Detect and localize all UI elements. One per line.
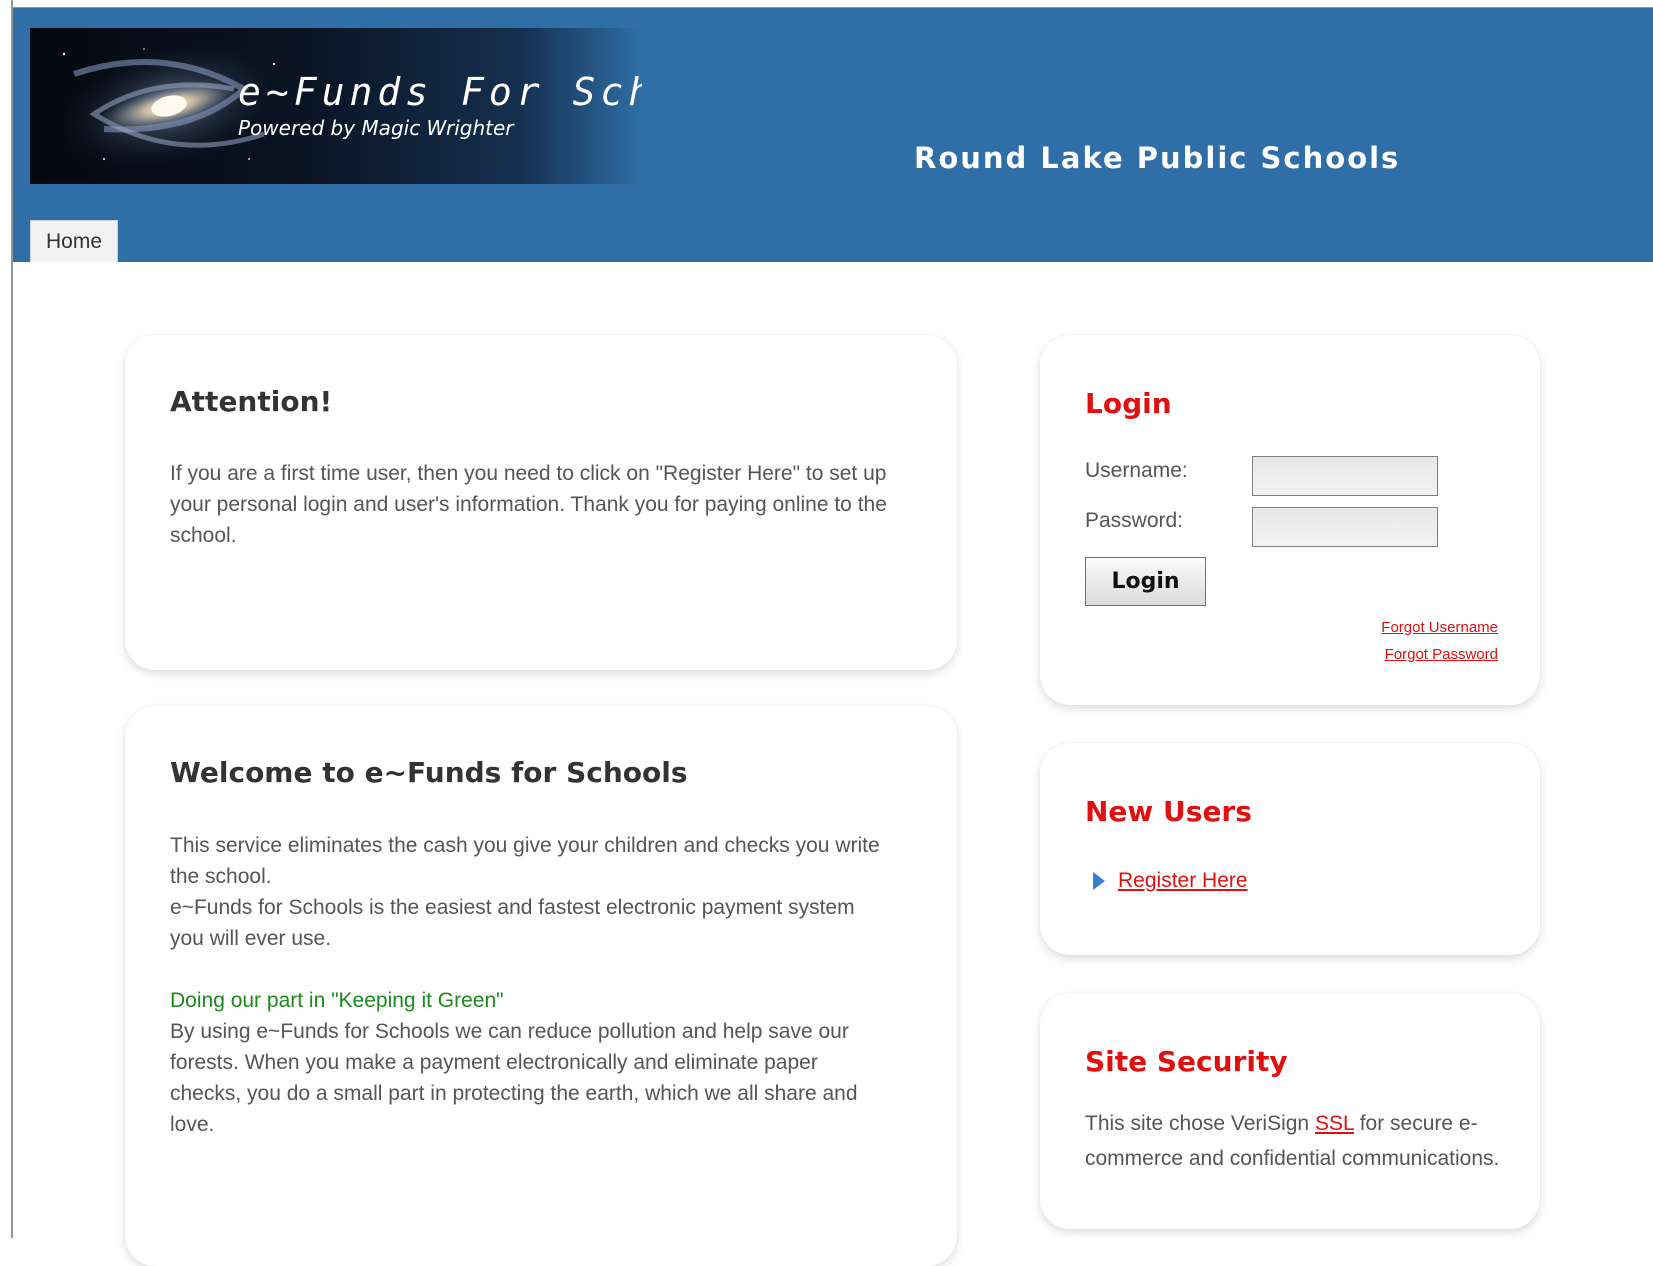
- window-left-border: [0, 0, 13, 1238]
- attention-heading: Attention!: [170, 385, 333, 418]
- password-input[interactable]: [1252, 507, 1438, 547]
- new-users-heading: New Users: [1085, 795, 1252, 828]
- login-panel: Login Username: Password: Login Forgot U…: [1040, 335, 1540, 705]
- username-label: Username:: [1085, 459, 1188, 482]
- powered-by-text: Powered by Magic Wrighter: [238, 116, 514, 140]
- login-heading: Login: [1085, 387, 1172, 420]
- welcome-heading: Welcome to e~Funds for Schools: [170, 756, 688, 789]
- triangle-right-icon: [1093, 872, 1105, 890]
- attention-text: If you are a first time user, then you n…: [170, 462, 887, 547]
- tab-home[interactable]: Home: [30, 220, 118, 262]
- window-top-border: [0, 0, 1653, 8]
- welcome-intro-text: This service eliminates the cash you giv…: [170, 830, 890, 1140]
- green-heading: Doing our part in "Keeping it Green": [170, 989, 504, 1012]
- ssl-link[interactable]: SSL: [1315, 1112, 1354, 1135]
- site-security-text: This site chose VeriSign SSL for secure …: [1085, 1112, 1500, 1170]
- welcome-line-2: e~Funds for Schools is the easiest and f…: [170, 896, 855, 950]
- forgot-password-link[interactable]: Forgot Password: [1385, 646, 1498, 663]
- welcome-line-1: This service eliminates the cash you giv…: [170, 834, 880, 888]
- green-text: By using e~Funds for Schools we can redu…: [170, 1020, 858, 1136]
- school-name: Round Lake Public Schools: [914, 141, 1401, 175]
- site-banner: e~Funds For Schools Powered by Magic Wri…: [30, 28, 642, 184]
- forgot-username-link[interactable]: Forgot Username: [1381, 619, 1498, 636]
- login-button[interactable]: Login: [1085, 557, 1206, 606]
- site-header: e~Funds For Schools Powered by Magic Wri…: [13, 8, 1653, 262]
- new-users-panel: New Users Register Here: [1040, 743, 1540, 955]
- site-security-panel: Site Security This site chose VeriSign S…: [1040, 993, 1540, 1229]
- attention-panel: Attention! If you are a first time user,…: [125, 335, 957, 670]
- username-input[interactable]: [1252, 456, 1438, 496]
- register-here-link[interactable]: Register Here: [1118, 869, 1248, 892]
- welcome-panel: Welcome to e~Funds for Schools This serv…: [125, 706, 957, 1266]
- password-label: Password:: [1085, 509, 1184, 532]
- site-security-heading: Site Security: [1085, 1045, 1288, 1078]
- app-title: e~Funds For Schools: [238, 70, 642, 114]
